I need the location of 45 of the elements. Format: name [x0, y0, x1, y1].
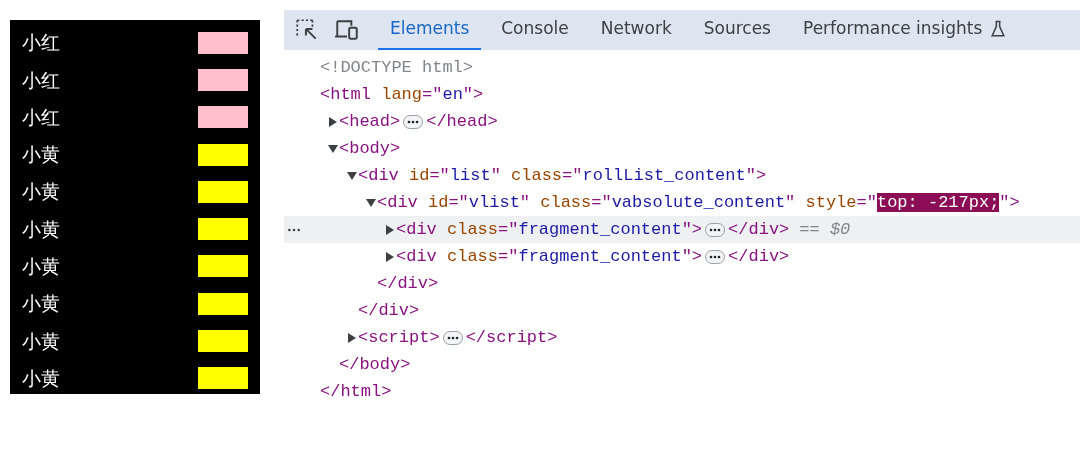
devtools-tab[interactable]: Sources — [691, 10, 783, 50]
ellipsis-icon — [403, 114, 424, 129]
code-line: </div> — [377, 272, 439, 295]
list-item-name: 小黄 — [22, 329, 60, 353]
code-line: </head> — [426, 110, 498, 133]
code-line: <div id="vlist" class="vabsolute_content" style="top: -217px;"> — [377, 191, 1020, 214]
devtools-tab[interactable]: Network — [588, 10, 684, 50]
code-line: <body> — [339, 137, 401, 160]
code-line: </div> — [728, 245, 790, 268]
devtools-tab[interactable]: Elements — [378, 10, 482, 50]
list-item-name: 小黄 — [22, 217, 60, 241]
collapsed-triangle-icon[interactable] — [346, 331, 358, 344]
code-line: <script> — [358, 326, 440, 349]
expanded-triangle-icon[interactable] — [327, 142, 339, 155]
list-item-name: 小黄 — [22, 366, 60, 390]
code-line: </div> — [728, 218, 790, 241]
devtools-tab[interactable]: Console — [489, 10, 581, 50]
expanded-triangle-icon[interactable] — [346, 169, 358, 182]
list-item-name: 小黄 — [22, 143, 60, 166]
devtools-tab[interactable]: Performance insights — [791, 10, 1021, 50]
code-line: <div id="list" class="rollList_content"> — [358, 164, 767, 187]
code-line: <html lang="en"> — [320, 83, 484, 106]
code-line: <head> — [339, 110, 401, 133]
list-item-name: 小红 — [22, 31, 60, 55]
list-item-name: 小黄 — [22, 255, 60, 278]
expanded-triangle-icon[interactable] — [365, 196, 377, 209]
ellipsis-icon — [442, 330, 463, 345]
ellipsis-icon — [705, 249, 726, 264]
code-line: </body> — [339, 353, 411, 376]
code-line: <div class="fragment_content"> — [396, 218, 703, 241]
code-line: </script> — [465, 326, 558, 349]
code-line: </div> — [358, 299, 420, 322]
collapsed-triangle-icon[interactable] — [327, 115, 339, 128]
code-line: <div class="fragment_content"> — [396, 245, 703, 268]
collapsed-triangle-icon[interactable] — [384, 223, 396, 236]
list-item-name: 小红 — [22, 105, 60, 129]
selected-node-note: == $0 — [799, 218, 851, 241]
device-icon[interactable] — [334, 17, 360, 43]
code-line: </html> — [320, 380, 392, 403]
list-item-name: 小黄 — [22, 292, 60, 316]
collapsed-triangle-icon[interactable] — [384, 250, 396, 263]
ellipsis-icon — [705, 222, 726, 237]
list-item-name: 小黄 — [22, 180, 60, 204]
code-line: <!DOCTYPE html> — [320, 56, 474, 79]
list-item-name: 小红 — [22, 68, 60, 92]
